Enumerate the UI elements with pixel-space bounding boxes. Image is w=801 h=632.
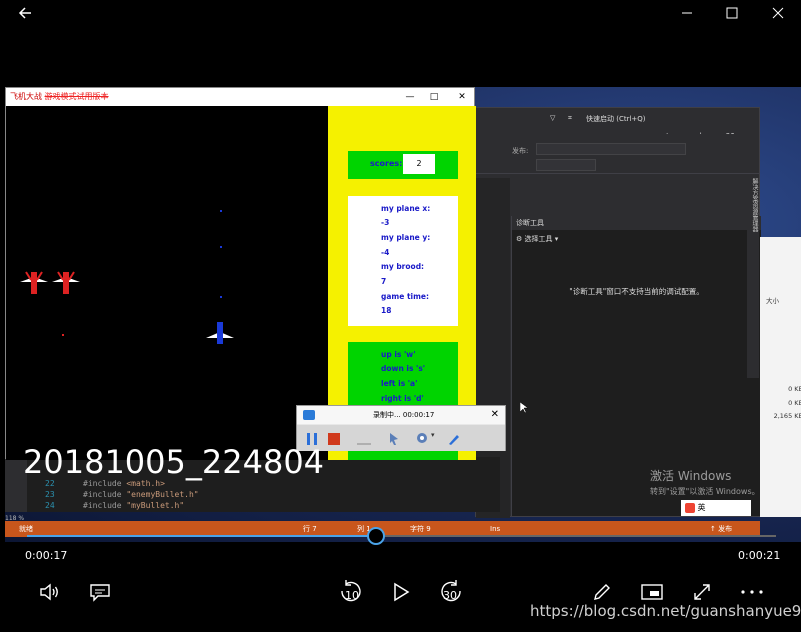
enemy-plane xyxy=(52,271,80,294)
info-label: my plane x: xyxy=(381,204,431,213)
file-explorer-window: 大小 0 KB 0 KB 2,165 KB xyxy=(760,237,801,517)
back-arrow-icon[interactable] xyxy=(14,5,36,25)
recorder-close-icon[interactable]: ✕ xyxy=(491,406,499,424)
scores-value: 2 xyxy=(403,154,435,174)
game-close-icon[interactable]: ✕ xyxy=(454,88,470,106)
code-string: "myBullet.h" xyxy=(126,501,185,510)
key-help: down is 's' xyxy=(381,364,426,373)
game-playfield[interactable] xyxy=(6,106,328,460)
config-dropdown[interactable] xyxy=(536,159,596,171)
ime-toolbar[interactable]: 英 xyxy=(681,500,751,516)
scores-box: scores: 2 xyxy=(348,151,458,179)
size-column-header: 大小 xyxy=(766,297,779,305)
info-value: 18 xyxy=(381,306,392,315)
diag-message: "诊断工具"窗口不支持当前的调试配置。 xyxy=(569,287,704,296)
seek-progress xyxy=(27,535,377,537)
diag-title: 诊断工具 xyxy=(512,216,761,230)
playfield-sprites xyxy=(20,210,234,344)
info-label: game time: xyxy=(381,292,429,301)
game-title-bar: 飞机大战 游戏模式试用版本 — □ ✕ xyxy=(6,88,474,106)
game-minimize-icon[interactable]: — xyxy=(402,88,418,106)
minimize-icon[interactable] xyxy=(676,5,698,25)
title-bar xyxy=(0,0,801,30)
watermark-line2: 转到"设置"以激活 Windows。 xyxy=(650,487,760,496)
total-time: 0:00:21 xyxy=(738,549,781,562)
info-label: my plane y: xyxy=(381,233,431,242)
volume-icon[interactable] xyxy=(35,577,65,607)
bullet xyxy=(220,210,222,212)
recorder-toolbar: ▾ xyxy=(297,425,505,451)
webcam-icon[interactable] xyxy=(415,431,429,445)
filter-icon: ▽ xyxy=(550,114,556,122)
subtitles-icon[interactable] xyxy=(85,577,115,607)
select-tool-button[interactable]: ⚙ 选择工具 ▾ xyxy=(516,234,558,244)
mouse-cursor-icon xyxy=(520,402,528,414)
recorder-title-bar: 录制中... 00:00:17 ✕ xyxy=(297,406,505,424)
source-url: https://blog.csdn.net/guanshanyue96 xyxy=(530,602,801,620)
watermark-line1: 激活 Windows xyxy=(650,469,732,483)
game-title-text: 飞机大战 xyxy=(10,92,42,101)
key-help: right is 'd' xyxy=(381,394,424,403)
line-number: 24 xyxy=(45,501,55,510)
info-value: -3 xyxy=(381,218,390,227)
game-title-overlay: 游戏模式试用版本 xyxy=(44,92,109,101)
current-time: 0:00:17 xyxy=(25,549,68,562)
file-size: 0 KB xyxy=(788,385,801,393)
skip-back-label: 10 xyxy=(345,589,359,602)
info-label: my brood: xyxy=(381,262,425,271)
dropdown-icon[interactable]: ▾ xyxy=(431,431,439,445)
select-tool-label: 选择工具 xyxy=(524,235,553,243)
seek-bar[interactable] xyxy=(27,527,776,545)
play-icon[interactable] xyxy=(386,577,416,607)
game-window: 飞机大战 游戏模式试用版本 — □ ✕ scores: 2 my plane x… xyxy=(5,87,476,460)
ime-mode: 英 xyxy=(697,503,706,512)
file-size: 2,165 KB xyxy=(773,412,801,420)
camera-icon xyxy=(303,410,315,420)
activation-watermark: 激活 Windows 转到"设置"以激活 Windows。 xyxy=(650,467,760,497)
solution-explorer-tab[interactable]: 解决方案资源管理器 xyxy=(747,178,759,378)
enemy-bullet xyxy=(62,334,64,336)
code-line: #include "enemyBullet.h" xyxy=(83,490,199,499)
publish-dropdown[interactable] xyxy=(536,143,686,155)
skip-forward-label: 30 xyxy=(443,589,457,602)
skip-back-button[interactable]: 10 xyxy=(336,577,366,607)
vs-toolbar: 发布: xyxy=(476,134,759,174)
pen-line-icon[interactable] xyxy=(357,431,371,445)
vs-title-bar: ▽ ⌗ 快速启动 (Ctrl+Q) ⚠ guangshanyue96 xyxy=(476,108,759,140)
publish-label: 发布: xyxy=(512,147,529,155)
bullet xyxy=(220,296,222,298)
pointer-tool-icon[interactable] xyxy=(387,431,401,445)
recorder-status: 录制中... 00:00:17 xyxy=(373,411,435,419)
plane-info-box: my plane x: -3 my plane y: -4 my brood: … xyxy=(348,196,458,326)
maximize-icon[interactable] xyxy=(721,5,743,25)
line-number: 23 xyxy=(45,490,55,499)
code-string: "enemyBullet.h" xyxy=(126,490,199,499)
game-title: 飞机大战 游戏模式试用版本 xyxy=(10,88,109,106)
key-help: left is 'a' xyxy=(381,379,418,388)
key-help: up is 'w' xyxy=(381,350,416,359)
code-keyword: #include xyxy=(83,490,127,499)
seek-thumb[interactable] xyxy=(367,527,386,545)
enemy-plane xyxy=(20,271,48,294)
code-line: #include "myBullet.h" xyxy=(83,501,184,510)
vs-icon: ⌗ xyxy=(568,114,572,122)
file-size: 0 KB xyxy=(788,399,801,407)
player-plane xyxy=(206,322,234,344)
video-title: 20181005_224804 xyxy=(23,443,325,481)
info-value: 7 xyxy=(381,277,387,286)
ime-logo-icon xyxy=(685,502,695,513)
scores-label: scores: xyxy=(370,159,403,168)
close-icon[interactable] xyxy=(767,5,789,25)
bullet xyxy=(220,246,222,248)
skip-forward-button[interactable]: 30 xyxy=(436,577,466,607)
info-value: -4 xyxy=(381,248,390,257)
code-keyword: #include xyxy=(83,501,127,510)
visual-studio-window: ▽ ⌗ 快速启动 (Ctrl+Q) ⚠ guangshanyue96 发布: 诊… xyxy=(475,107,761,518)
quick-launch-input[interactable]: 快速启动 (Ctrl+Q) xyxy=(586,114,646,124)
game-maximize-icon[interactable]: □ xyxy=(426,88,442,106)
stop-icon[interactable] xyxy=(327,431,341,445)
screen-recorder-window: 录制中... 00:00:17 ✕ ▾ xyxy=(296,405,506,451)
annotate-pen-icon[interactable] xyxy=(447,431,461,445)
